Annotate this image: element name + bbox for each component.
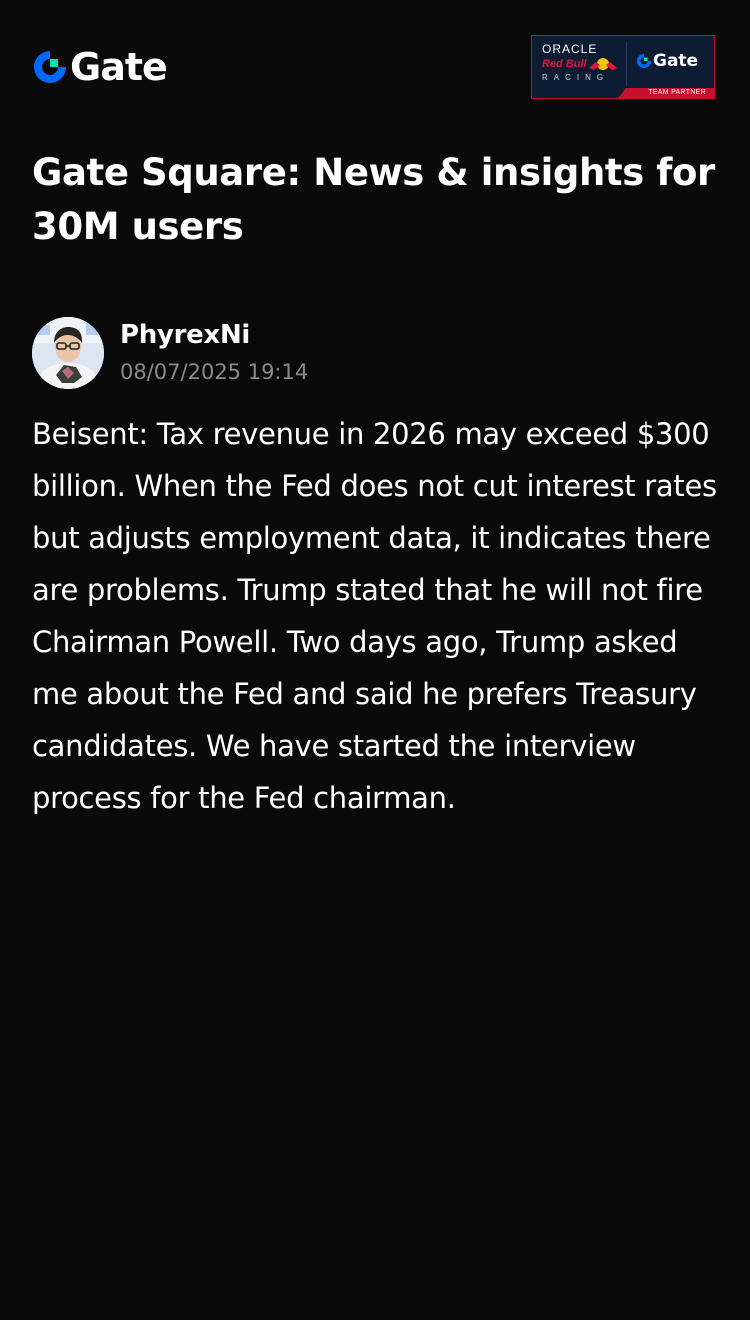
team-partner-text: TEAM PARTNER [648, 89, 706, 96]
page-title: Gate Square: News & insights for 30M use… [32, 151, 715, 248]
partner-gate-logo: Gate [636, 52, 698, 70]
partner-gate-text: Gate [653, 51, 699, 71]
gate-logo-text: Gate [70, 45, 168, 89]
post-body: Beisent: Tax revenue in 2026 may exceed … [32, 417, 717, 815]
team-partner-badge[interactable]: ORACLE Red Bull RACING Gate TEAM PARTNER [531, 35, 715, 99]
oracle-red-bull-racing-logo: ORACLE Red Bull RACING [538, 42, 626, 88]
author-name[interactable]: PhyrexNi [120, 318, 308, 352]
post-timestamp: 08/07/2025 19:14 [120, 360, 309, 384]
partner-divider [626, 42, 627, 86]
gate-logo[interactable]: Gate [32, 45, 168, 89]
gate-logo-icon [636, 53, 652, 69]
author-meta: PhyrexNi 08/07/2025 19:14 [120, 318, 308, 388]
racing-text: RACING [542, 73, 610, 82]
red-bull-icon [589, 58, 617, 70]
oracle-text: ORACLE [542, 42, 598, 56]
post-author: PhyrexNi 08/07/2025 19:14 [32, 316, 308, 390]
header: Gate ORACLE Red Bull RACING Gate TEAM PA… [32, 35, 715, 101]
gate-logo-icon [34, 51, 66, 83]
red-bull-text: Red Bull [542, 58, 587, 70]
author-avatar[interactable] [32, 317, 104, 389]
